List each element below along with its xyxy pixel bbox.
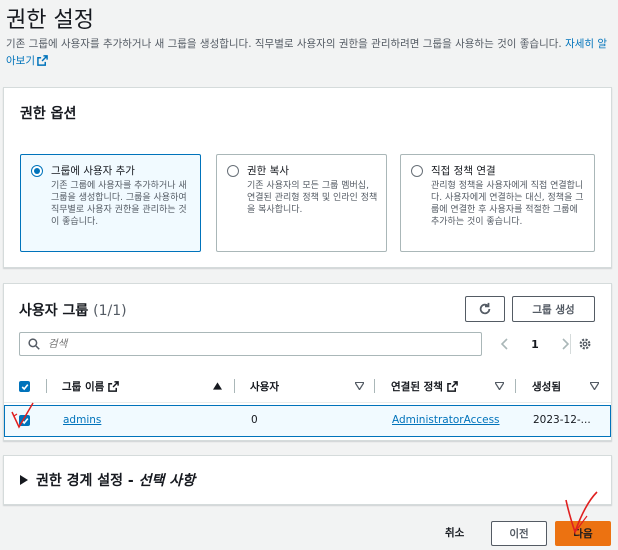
radio-attach-policies[interactable] xyxy=(411,165,423,177)
permission-options-panel: 권한 옵션 그룹에 사용자 추가 기존 그룹에 사용자를 추가하거나 새 그룹을… xyxy=(3,87,612,268)
created-date: 2023-12-... xyxy=(533,414,591,426)
page-title: 권한 설정 xyxy=(6,8,94,33)
user-groups-title: 사용자 그룹 (1/1) xyxy=(19,300,127,320)
search-icon xyxy=(28,338,40,350)
option-description: 기존 사용자의 모든 그룹 멤버십, 연결된 관리형 정책 및 인라인 정책을 … xyxy=(247,181,378,215)
column-label: 그룹 이름 xyxy=(62,380,105,393)
option-title: 권한 복사 xyxy=(247,165,289,177)
option-description: 관리형 정책을 사용자에게 직접 연결합니다. 사용자에게 연결하는 대신, 정… xyxy=(431,181,584,227)
caret-right-icon xyxy=(20,475,28,485)
option-attach-policies[interactable]: 직접 정책 연결 관리형 정책을 사용자에게 직접 연결합니다. 사용자에게 연… xyxy=(400,154,595,252)
settings-gear-icon[interactable] xyxy=(578,337,592,351)
search-box[interactable] xyxy=(19,332,482,356)
option-description: 기존 그룹에 사용자를 추가하거나 새 그룹을 생성합니다. 그룹을 사용하여 … xyxy=(51,181,187,227)
description-text: 기존 그룹에 사용자를 추가하거나 새 그룹을 생성합니다. 직무별로 사용자의… xyxy=(6,38,562,50)
refresh-button[interactable] xyxy=(465,296,505,322)
page-number[interactable]: 1 xyxy=(531,338,539,351)
select-all-checkbox[interactable] xyxy=(19,381,30,392)
option-title: 직접 정책 연결 xyxy=(431,165,496,177)
column-label: 연결된 정책 xyxy=(391,380,443,393)
column-header-group-name[interactable]: 그룹 이름 xyxy=(62,370,120,402)
column-header-users[interactable]: 사용자 xyxy=(250,370,279,402)
column-divider xyxy=(374,379,375,393)
boundary-title-optional: 선택 사항 xyxy=(138,473,195,489)
user-groups-count: (1/1) xyxy=(93,303,127,319)
option-title: 그룹에 사용자 추가 xyxy=(51,165,135,177)
column-divider xyxy=(234,379,235,393)
sort-desc-icon[interactable] xyxy=(590,382,599,390)
create-group-button[interactable]: 그룹 생성 xyxy=(512,296,595,322)
pagination-divider xyxy=(570,334,571,354)
column-divider xyxy=(46,379,47,393)
permissions-boundary-panel[interactable]: 권한 경계 설정 - 선택 사항 xyxy=(3,455,612,505)
permissions-boundary-title: 권한 경계 설정 - 선택 사항 xyxy=(36,470,195,490)
prev-page-icon[interactable] xyxy=(500,338,510,350)
sort-desc-icon[interactable] xyxy=(495,382,504,390)
sort-desc-icon[interactable] xyxy=(355,382,364,390)
radio-add-to-group[interactable] xyxy=(31,165,43,177)
column-header-created[interactable]: 생성됨 xyxy=(532,370,561,402)
external-link-icon xyxy=(447,380,458,392)
previous-button[interactable]: 이전 xyxy=(491,521,547,546)
radio-copy-permissions[interactable] xyxy=(227,165,239,177)
sort-asc-icon[interactable] xyxy=(213,382,222,390)
column-label: 생성됨 xyxy=(532,380,561,393)
column-divider xyxy=(515,379,516,393)
refresh-icon xyxy=(479,302,491,315)
search-input[interactable] xyxy=(46,337,465,351)
next-page-icon[interactable] xyxy=(560,338,570,350)
column-label: 사용자 xyxy=(250,380,279,393)
user-groups-title-text: 사용자 그룹 xyxy=(19,303,89,319)
cancel-button[interactable]: 취소 xyxy=(445,525,464,540)
policy-link[interactable]: AdministratorAccess xyxy=(392,414,500,426)
row-checkbox[interactable] xyxy=(19,415,30,426)
column-header-attached-policies[interactable]: 연결된 정책 xyxy=(391,370,458,402)
external-link-icon xyxy=(108,380,120,392)
option-add-to-group[interactable]: 그룹에 사용자 추가 기존 그룹에 사용자를 추가하거나 새 그룹을 생성합니다… xyxy=(20,154,201,252)
users-count: 0 xyxy=(251,414,258,426)
boundary-title-text: 권한 경계 설정 - xyxy=(36,473,139,489)
permission-options-title: 권한 옵션 xyxy=(20,106,77,122)
group-name-link[interactable]: admins xyxy=(63,414,101,426)
page-description: 기존 그룹에 사용자를 추가하거나 새 그룹을 생성합니다. 직무별로 사용자의… xyxy=(6,36,612,70)
external-link-icon xyxy=(37,55,48,66)
next-button[interactable]: 다음 xyxy=(555,521,611,546)
pagination: 1 xyxy=(500,336,570,352)
option-copy-permissions[interactable]: 권한 복사 기존 사용자의 모든 그룹 멤버십, 연결된 관리형 정책 및 인라… xyxy=(216,154,387,252)
table-row[interactable]: admins 0 AdministratorAccess 2023-12-... xyxy=(4,405,611,437)
